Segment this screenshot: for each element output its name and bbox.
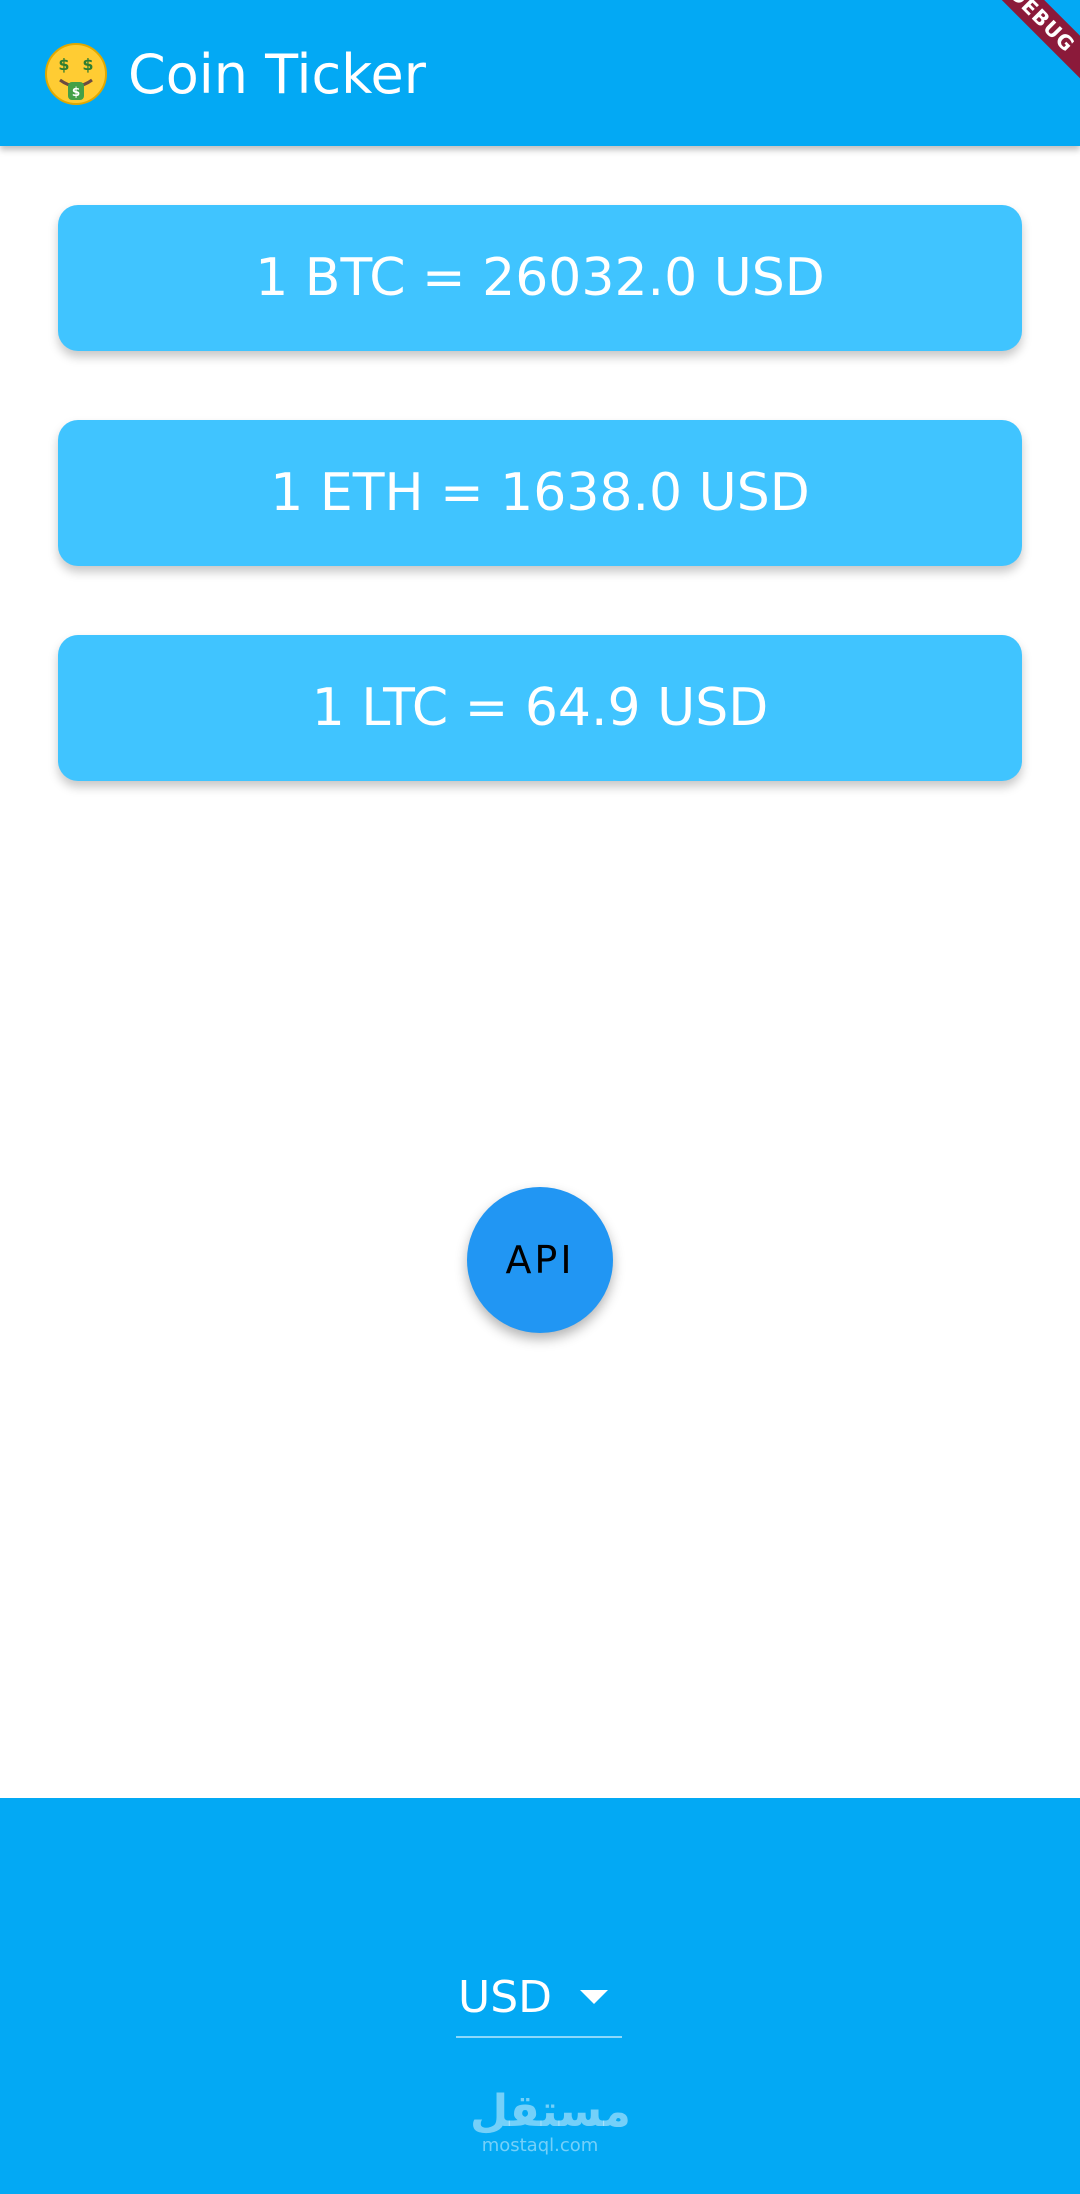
- rate-text: 1 ETH = 1638.0 USD: [270, 463, 810, 523]
- watermark-latin: mostaql.com: [481, 2135, 599, 2156]
- api-fab-label: API: [505, 1238, 575, 1282]
- rate-card-eth: 1 ETH = 1638.0 USD: [58, 420, 1022, 566]
- app-title-text: Coin Ticker: [128, 42, 426, 106]
- currency-dropdown[interactable]: USD: [456, 1958, 622, 2038]
- debug-banner: DEBUG: [960, 0, 1080, 101]
- dropdown-arrow-icon: [580, 1990, 608, 2004]
- bottom-bar: USD مستقل mostaql.com: [0, 1798, 1080, 2194]
- svg-text:$: $: [58, 55, 69, 74]
- rate-text: 1 LTC = 64.9 USD: [311, 678, 769, 738]
- rate-card-btc: 1 BTC = 26032.0 USD: [58, 205, 1022, 351]
- currency-selected-value: USD: [458, 1971, 553, 2023]
- svg-text:$: $: [72, 85, 80, 99]
- app-title: $ $ $ Coin Ticker: [44, 36, 426, 112]
- app-bar: $ $ $ Coin Ticker DEBUG: [0, 0, 1080, 146]
- money-mouth-face-icon: $ $ $: [44, 42, 108, 106]
- watermark-logo: مستقل mostaql.com: [470, 2086, 631, 2156]
- watermark-arabic: مستقل: [470, 2086, 631, 2137]
- rates-list: 1 BTC = 26032.0 USD 1 ETH = 1638.0 USD 1…: [58, 205, 1022, 850]
- rate-text: 1 BTC = 26032.0 USD: [255, 248, 825, 308]
- api-fab-button[interactable]: API: [467, 1187, 613, 1333]
- svg-text:$: $: [82, 55, 93, 74]
- rate-card-ltc: 1 LTC = 64.9 USD: [58, 635, 1022, 781]
